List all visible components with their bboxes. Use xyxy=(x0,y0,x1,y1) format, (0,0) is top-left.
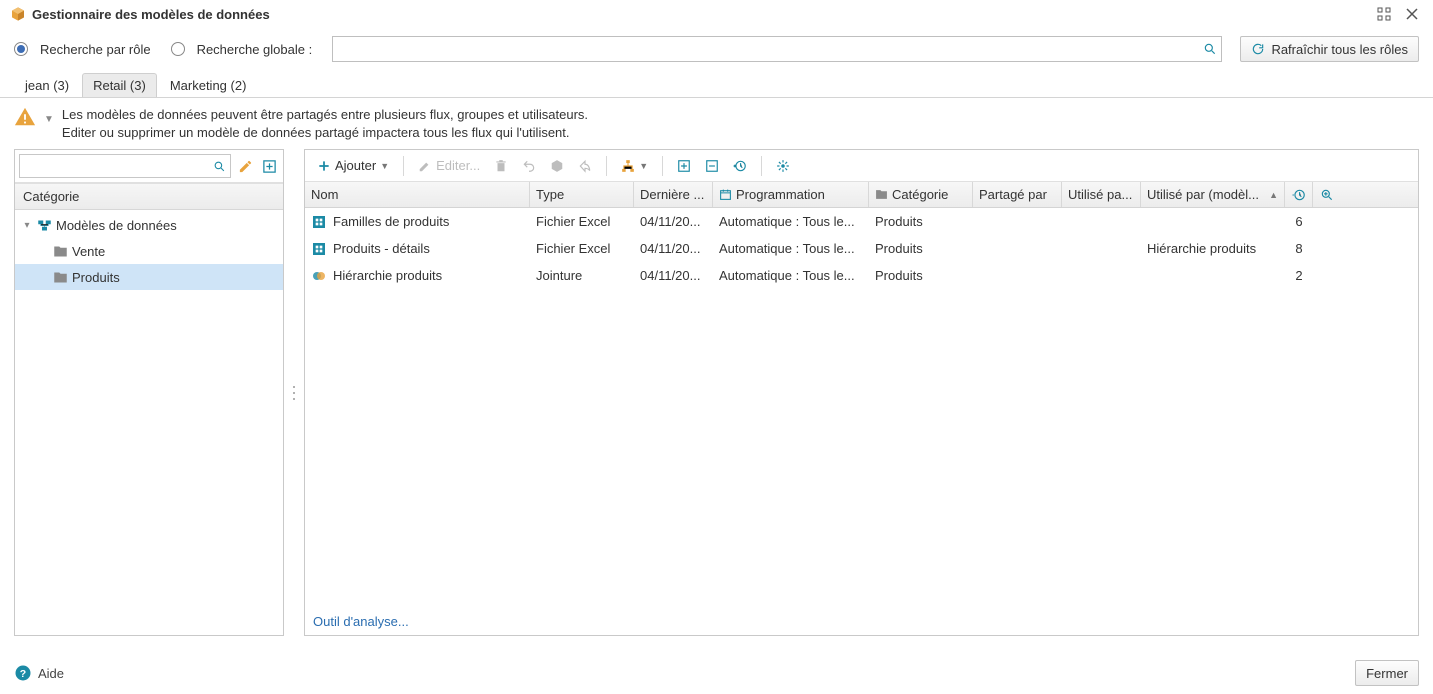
edit-button: Editer... xyxy=(412,156,486,175)
search-input[interactable] xyxy=(337,41,1203,58)
col-utilise-par[interactable]: Utilisé pa... xyxy=(1062,182,1141,207)
sidebar-search-icon[interactable] xyxy=(213,160,226,173)
tab-jean[interactable]: jean (3) xyxy=(14,73,80,97)
col-programmation[interactable]: Programmation xyxy=(713,182,869,207)
warning-strip: ▼ Les modèles de données peuvent être pa… xyxy=(0,98,1433,149)
radio-search-by-role-label: Recherche par rôle xyxy=(40,42,151,57)
table-row[interactable]: Produits - détails Fichier Excel 04/11/2… xyxy=(305,235,1418,262)
table-row[interactable]: Familles de produits Fichier Excel 04/11… xyxy=(305,208,1418,235)
refresh-button-label: Rafraîchir tous les rôles xyxy=(1271,42,1408,57)
data-grid: Nom Type Dernière ... Programmation Caté… xyxy=(305,182,1418,608)
cube-button xyxy=(544,157,570,175)
col-type[interactable]: Type xyxy=(530,182,634,207)
radio-search-by-role[interactable] xyxy=(14,42,28,56)
analysis-tool-link[interactable]: Outil d'analyse... xyxy=(313,614,409,629)
col-date[interactable]: Dernière ... xyxy=(634,182,713,207)
data-toolbar: Ajouter ▼ Editer... ▼ xyxy=(305,150,1418,182)
bottom-bar: ? Aide Fermer xyxy=(0,652,1433,694)
col-history-icon[interactable] xyxy=(1285,182,1313,207)
main-area: Catégorie ▾ Modèles de données Vente Pro… xyxy=(0,149,1433,644)
search-icon[interactable] xyxy=(1203,42,1217,56)
sort-asc-icon: ▲ xyxy=(1269,190,1278,200)
title-bar: Gestionnaire des modèles de données xyxy=(0,0,1433,28)
tab-marketing[interactable]: Marketing (2) xyxy=(159,73,258,97)
expand-button[interactable] xyxy=(671,157,697,175)
add-button[interactable]: Ajouter ▼ xyxy=(311,156,395,175)
history-button[interactable] xyxy=(727,157,753,175)
page-title: Gestionnaire des modèles de données xyxy=(32,7,1367,22)
sidebar-panel: Catégorie ▾ Modèles de données Vente Pro… xyxy=(14,149,284,636)
share-button xyxy=(572,157,598,175)
chevron-down-icon: ▼ xyxy=(639,161,648,171)
hierarchy-button[interactable]: ▼ xyxy=(615,157,654,175)
warning-icon xyxy=(14,106,36,128)
collapse-icon[interactable]: ▾ xyxy=(21,220,33,231)
category-tree: ▾ Modèles de données Vente Produits xyxy=(15,210,283,635)
close-icon[interactable] xyxy=(1401,3,1423,25)
col-zoom-icon[interactable] xyxy=(1313,182,1341,207)
col-nom[interactable]: Nom xyxy=(305,182,530,207)
search-bar: Recherche par rôle Recherche globale : R… xyxy=(0,28,1433,70)
add-category-icon[interactable] xyxy=(259,156,279,176)
sidebar-search-wrapper xyxy=(19,154,231,178)
splitter[interactable] xyxy=(292,149,296,636)
tree-root-label: Modèles de données xyxy=(56,218,177,233)
sidebar-search-input[interactable] xyxy=(24,158,213,175)
folder-icon xyxy=(53,270,68,285)
radio-global-search-label: Recherche globale : xyxy=(197,42,313,57)
undo-button xyxy=(516,157,542,175)
cube-icon xyxy=(10,6,32,22)
tree-item-label: Produits xyxy=(72,270,120,285)
grid-body: Familles de produits Fichier Excel 04/11… xyxy=(305,208,1418,608)
sidebar-header: Catégorie xyxy=(15,183,283,210)
chevron-down-icon: ▼ xyxy=(380,161,389,171)
delete-button xyxy=(488,157,514,175)
data-panel: Ajouter ▼ Editer... ▼ xyxy=(304,149,1419,636)
help-icon: ? xyxy=(14,664,32,682)
grid-header: Nom Type Dernière ... Programmation Caté… xyxy=(305,182,1418,208)
collapse-button[interactable] xyxy=(699,157,725,175)
close-button[interactable]: Fermer xyxy=(1355,660,1419,686)
models-icon xyxy=(37,218,52,233)
tab-retail[interactable]: Retail (3) xyxy=(82,73,157,97)
radio-global-search[interactable] xyxy=(171,42,185,56)
help-link[interactable]: ? Aide xyxy=(14,664,64,682)
tree-item-produits[interactable]: Produits xyxy=(15,264,283,290)
chevron-down-icon[interactable]: ▼ xyxy=(44,114,54,125)
tree-item-label: Vente xyxy=(72,244,105,259)
excel-icon xyxy=(311,241,327,257)
edit-category-icon[interactable] xyxy=(235,156,255,176)
maximize-icon[interactable] xyxy=(1373,3,1395,25)
role-tabs: jean (3) Retail (3) Marketing (2) xyxy=(0,70,1433,98)
join-icon xyxy=(311,268,327,284)
warning-text: Les modèles de données peuvent être part… xyxy=(62,106,588,141)
refresh-icon xyxy=(1251,42,1265,56)
help-label: Aide xyxy=(38,666,64,681)
svg-text:?: ? xyxy=(20,668,26,680)
data-footer: Outil d'analyse... xyxy=(305,608,1418,635)
refresh-all-roles-button[interactable]: Rafraîchir tous les rôles xyxy=(1240,36,1419,62)
tree-item-vente[interactable]: Vente xyxy=(15,238,283,264)
sidebar-toolbar xyxy=(15,150,283,183)
col-partage-par[interactable]: Partagé par xyxy=(973,182,1062,207)
settings-button[interactable] xyxy=(770,157,796,175)
tree-root[interactable]: ▾ Modèles de données xyxy=(15,212,283,238)
excel-icon xyxy=(311,214,327,230)
folder-icon xyxy=(53,244,68,259)
folder-icon xyxy=(875,188,888,201)
search-input-wrapper xyxy=(332,36,1222,62)
table-row[interactable]: Hiérarchie produits Jointure 04/11/20...… xyxy=(305,262,1418,289)
col-utilise-par-modele[interactable]: Utilisé par (modèl... ▲ xyxy=(1141,182,1285,207)
calendar-icon xyxy=(719,188,732,201)
col-categorie[interactable]: Catégorie xyxy=(869,182,973,207)
